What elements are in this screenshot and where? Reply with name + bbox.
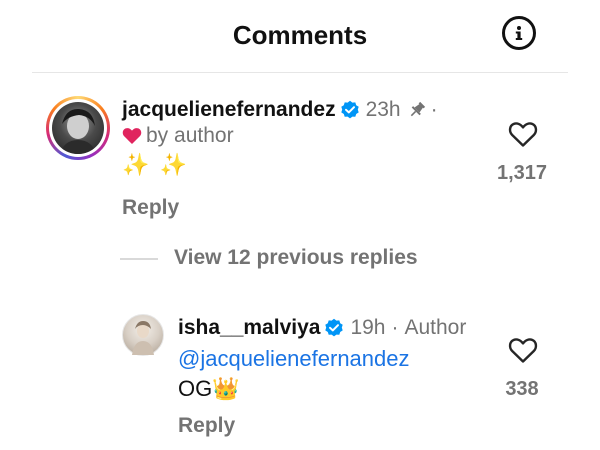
comment-text: ✨ ✨ [122, 152, 189, 177]
like-count: 1,317 [496, 162, 548, 184]
comment-username[interactable]: jacquelienefernandez [122, 98, 336, 122]
like-count: 338 [505, 378, 539, 400]
reply-button[interactable]: Reply [122, 196, 179, 220]
reply-button[interactable]: Reply [178, 414, 235, 438]
thread-line [120, 258, 158, 260]
heart-filled-icon [122, 127, 142, 145]
comment-header: jacquelienefernandez 23h · [122, 98, 438, 122]
reply-text: OG👑 [178, 376, 240, 401]
reply-username[interactable]: isha__malviya [178, 316, 320, 340]
pin-icon [407, 100, 427, 120]
avatar[interactable] [122, 314, 164, 356]
info-icon[interactable] [502, 16, 536, 50]
comment-time: 23h [365, 98, 401, 121]
heart-outline-icon[interactable] [508, 120, 538, 148]
heart-outline-icon[interactable] [508, 336, 538, 364]
header-divider [32, 72, 568, 73]
verified-badge-icon [340, 100, 360, 120]
view-previous-replies-button[interactable]: View 12 previous replies [174, 246, 418, 270]
reply-header: isha__malviya 19h · Author [178, 316, 466, 340]
avatar [52, 102, 104, 154]
liked-by-author: by author [122, 124, 234, 148]
reply-time: 19h [350, 316, 386, 339]
meta-separator: · [430, 98, 438, 121]
story-ring-avatar[interactable] [46, 96, 110, 160]
verified-badge-icon [324, 318, 344, 338]
liked-by-label: by author [146, 124, 234, 147]
author-tag: Author [404, 316, 467, 339]
meta-separator: · [391, 316, 399, 339]
mention-link[interactable]: @jacquelienefernandez [178, 346, 410, 372]
